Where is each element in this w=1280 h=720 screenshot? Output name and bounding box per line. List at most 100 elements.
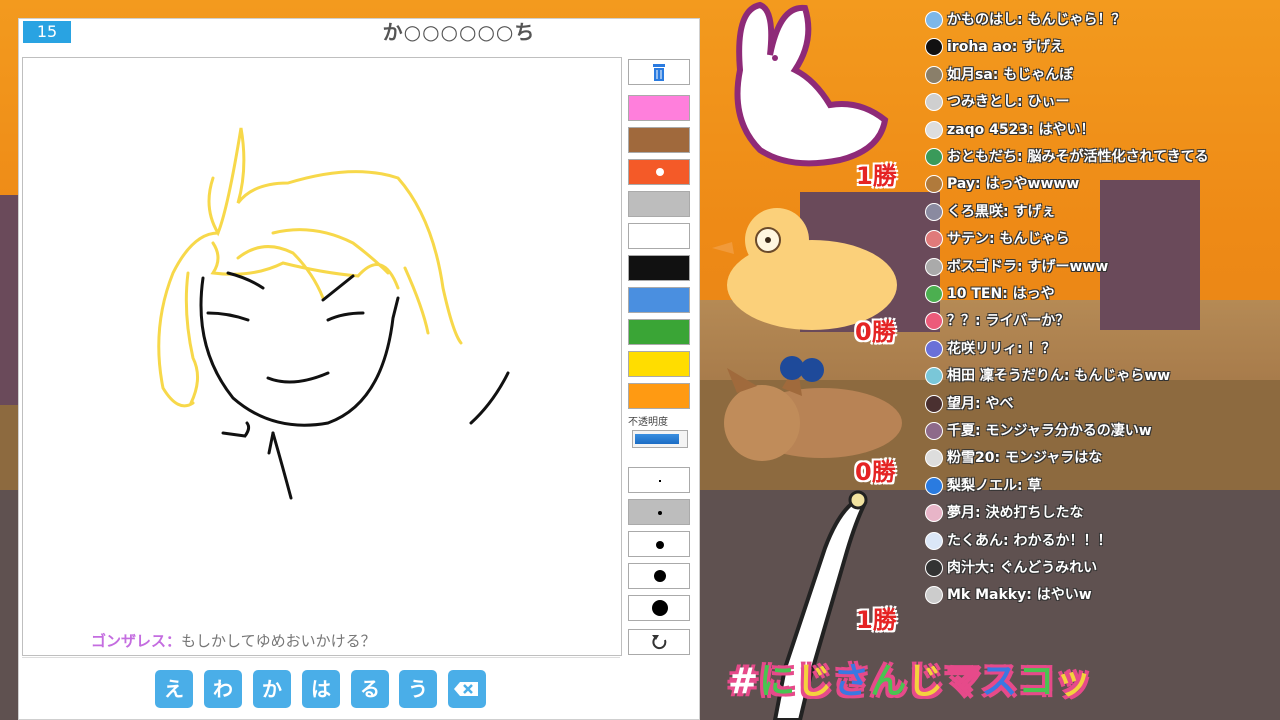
guess-message: ゴンザレス：もしかしてゆめおいかける？ <box>91 630 376 651</box>
chat-text: わかるか！！！ <box>1013 532 1112 549</box>
guess-user: ゴンザレス： <box>91 632 182 650</box>
chat-message: 粉雪20: モンジャラはな <box>925 446 1102 470</box>
chat-text: もんじゃらww <box>1074 368 1171 385</box>
chat-message: 千夏: モンジャラ分かるの凄いw <box>925 419 1152 443</box>
chat-avatar <box>925 586 943 605</box>
chat-message: 望月: やべ <box>925 392 1013 416</box>
chat-avatar <box>925 230 943 249</box>
chat-text: すげぇ <box>1013 203 1056 220</box>
opacity-label: 不透明度 <box>628 417 668 428</box>
brush-size-s[interactable] <box>628 499 690 525</box>
drawing-game-panel: 15 か○○○○○○ち ゴンザレス：もしかしてゆめおいかける？ 不透明度 え わ… <box>18 18 700 720</box>
color-black[interactable] <box>628 255 690 281</box>
round-number: 15 <box>23 21 71 43</box>
drawing <box>157 127 510 500</box>
chat-message: 如月sa: もじゃんぼ <box>925 63 1073 87</box>
color-orange-red[interactable] <box>628 159 690 185</box>
chat-avatar <box>925 422 943 440</box>
chat-text: すげえ <box>1022 39 1065 56</box>
chat-text: すげーwww <box>1027 258 1109 275</box>
color-orange[interactable] <box>628 383 690 409</box>
chat-text: モンジャラはな <box>1004 450 1103 467</box>
chat-message: おともだち: 脳みそが活性化されてきてる <box>925 145 1209 169</box>
chat-user: 10 TEN <box>947 286 1003 302</box>
rabbit-mascot <box>734 1 889 167</box>
clear-canvas-button[interactable] <box>628 59 690 85</box>
drawing-canvas[interactable]: ゴンザレス：もしかしてゆめおいかける？ <box>22 57 622 656</box>
color-gray[interactable] <box>628 191 690 217</box>
key-u[interactable]: う <box>399 670 437 708</box>
chat-message: ボスゴドラ: すげーwww <box>925 255 1108 279</box>
chat-message: ？？: ライバーか？ <box>925 309 1069 333</box>
brush-size-xs[interactable] <box>628 467 690 493</box>
key-ha[interactable]: は <box>302 670 340 708</box>
color-blue[interactable] <box>628 287 690 313</box>
chat-text: 脳みそが活性化されてきてる <box>1027 149 1209 165</box>
color-yellow[interactable] <box>628 351 690 377</box>
chat-avatar <box>925 285 943 303</box>
chat-user: zaqo 4523 <box>947 121 1029 138</box>
chat-text: 決め打ちしたな <box>985 505 1084 522</box>
chat-text: 草 <box>1027 477 1042 494</box>
chat-user: 夢月 <box>947 505 975 522</box>
chat-user: くろ黒咲 <box>947 203 1003 220</box>
chat-user: 望月 <box>947 395 975 412</box>
trash-icon <box>653 64 665 81</box>
key-e[interactable]: え <box>155 670 193 708</box>
chat-user: Pay <box>947 176 976 193</box>
answer-keyboard: え わ か は る う <box>22 657 620 718</box>
chat-message: サテン: もんじゃら <box>925 227 1069 251</box>
brush-size-xl[interactable] <box>628 595 690 621</box>
chat-text: ！？ <box>1027 340 1056 357</box>
color-green[interactable] <box>628 319 690 345</box>
key-wa[interactable]: わ <box>204 670 242 708</box>
chat-user: 梨梨ノエル <box>947 477 1017 494</box>
chat-avatar <box>925 202 943 221</box>
chat-message: 10 TEN: はっや <box>925 282 1055 306</box>
chat-avatar <box>925 559 943 577</box>
chat-message: 夢月: 決め打ちしたな <box>925 501 1083 525</box>
chat-user: 千夏 <box>947 423 975 439</box>
chat-message: Pay: はっやwwww <box>925 172 1079 196</box>
color-brown[interactable] <box>628 127 690 153</box>
chat-message: 肉汁大: ぐんどうみれい <box>925 556 1097 580</box>
backspace-button[interactable] <box>448 670 486 708</box>
brush-size-l[interactable] <box>628 563 690 589</box>
chat-avatar <box>925 65 943 84</box>
chat-avatar <box>925 394 943 413</box>
score-pen: 1勝 <box>856 606 897 634</box>
chat-avatar <box>925 38 943 57</box>
undo-button[interactable] <box>628 629 690 655</box>
guess-text: もしかしてゆめおいかける？ <box>181 632 376 650</box>
selected-indicator <box>656 168 664 176</box>
chat-avatar <box>925 476 943 495</box>
color-white[interactable] <box>628 223 690 249</box>
chat-message: かものはし: もんじゃら！？ <box>925 8 1125 32</box>
opacity-slider[interactable] <box>632 430 688 448</box>
color-pink[interactable] <box>628 95 690 121</box>
chat-user: 花咲リリィ <box>947 340 1017 357</box>
brush-size-m[interactable] <box>628 531 690 557</box>
chat-avatar <box>925 93 943 112</box>
chat-message: つみきとし: ひぃー <box>925 90 1069 114</box>
chat-text: はやい！ <box>1038 121 1095 138</box>
chat-message: iroha ao: すげえ <box>925 35 1064 59</box>
chat-message: 梨梨ノエル: 草 <box>925 474 1041 498</box>
chat-avatar <box>925 449 943 468</box>
chat-text: ライバーか？ <box>985 313 1070 330</box>
cat-mascot <box>724 356 902 461</box>
chat-message: たくあん: わかるか！！！ <box>925 529 1111 553</box>
chat-text: もじゃんぼ <box>1003 66 1074 83</box>
chat-user: サテン <box>947 231 989 248</box>
chat-avatar <box>925 312 943 331</box>
building <box>1100 180 1200 330</box>
chat-avatar <box>925 11 943 29</box>
chat-text: はっや <box>1012 286 1055 302</box>
backspace-icon <box>454 682 478 696</box>
chat-message: Mk Makky: はやいw <box>925 583 1092 607</box>
chat-user: Mk Makky <box>947 587 1027 604</box>
chat-text: もんじゃら！？ <box>1027 12 1126 28</box>
key-ru[interactable]: る <box>351 670 389 708</box>
key-ka[interactable]: か <box>253 670 291 708</box>
chat-text: ひぃー <box>1027 94 1070 111</box>
